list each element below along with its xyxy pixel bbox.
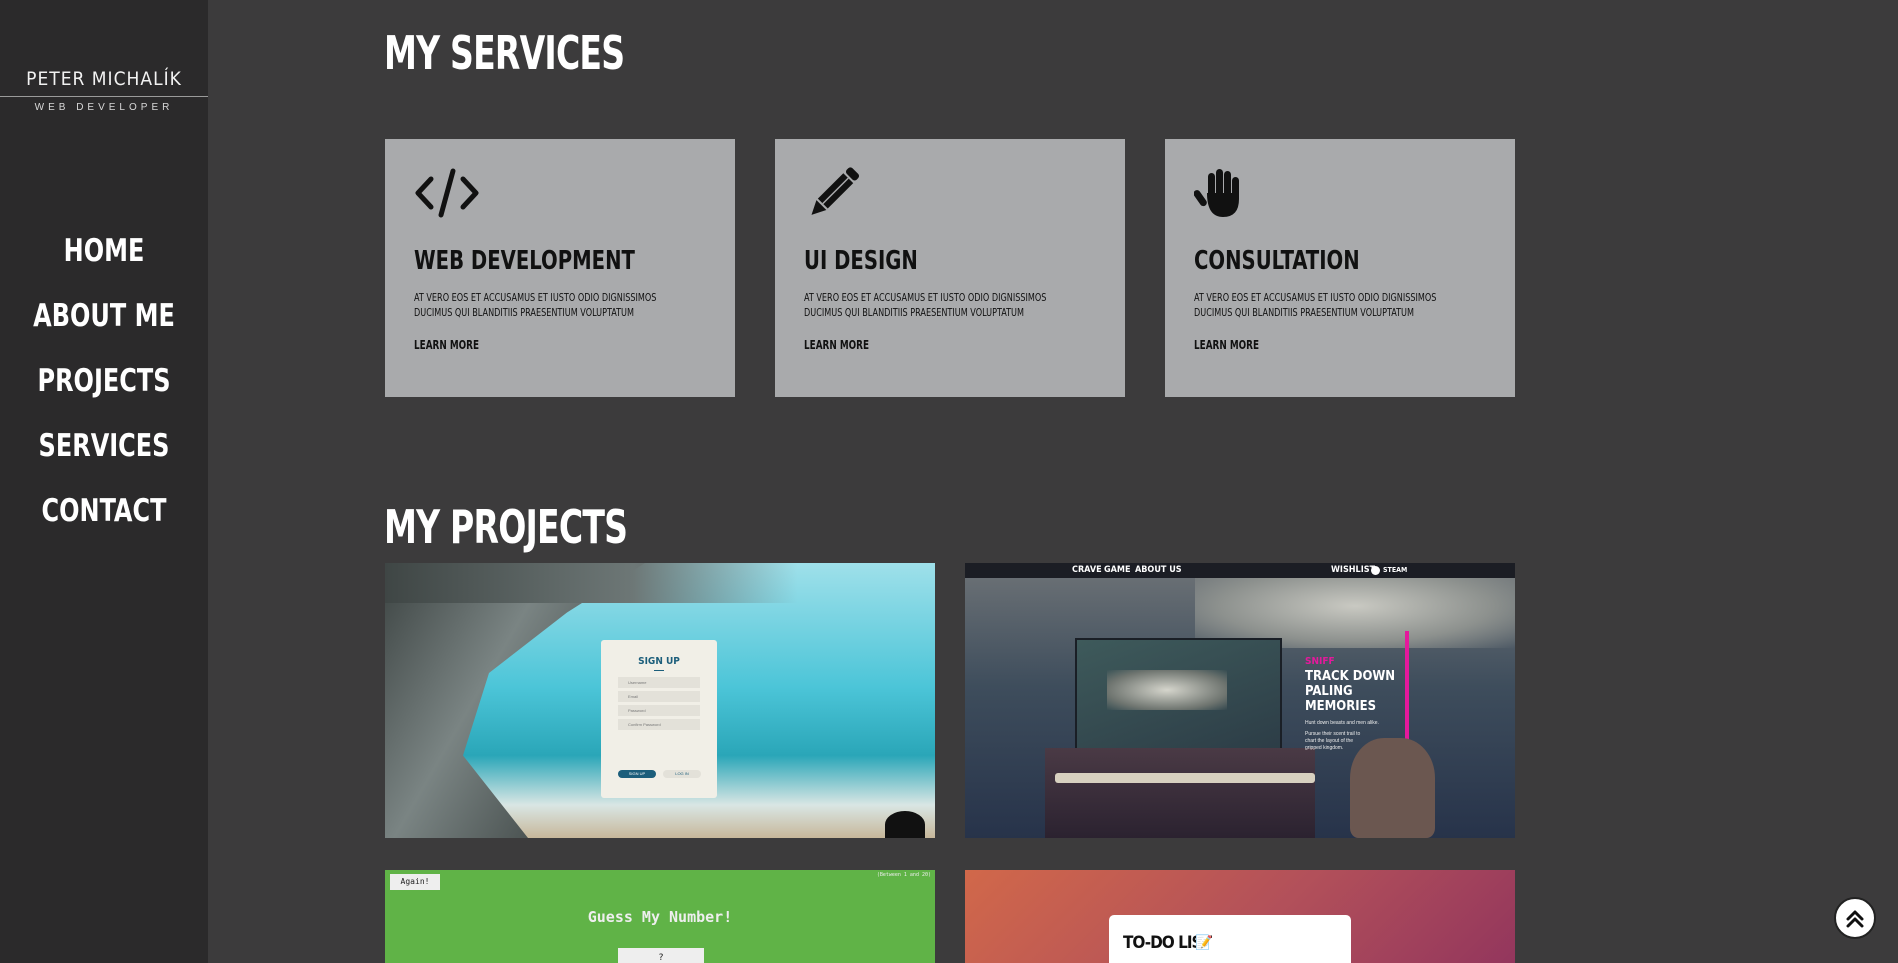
service-title: WEB DEVELOPMENT [414, 246, 635, 276]
sidebar: PETER MICHALÍK WEB DEVELOPER HOME ABOUT … [0, 0, 208, 963]
game-body-1: Hunt down beasts and men alike. [1305, 720, 1379, 726]
service-card-ui-design: UI DESIGN AT VERO EOS ET ACCUSAMUS ET IU… [775, 139, 1125, 397]
divider [654, 670, 664, 671]
learn-more-link[interactable]: LEARN MORE [414, 338, 653, 352]
brand-name: PETER MICHALÍK [0, 68, 208, 97]
services-title: MY SERVICES [384, 26, 625, 80]
scroll-to-top-button[interactable] [1834, 897, 1876, 939]
game-character [1350, 738, 1435, 838]
service-title: CONSULTATION [1194, 246, 1360, 276]
login-button: LOG IN [663, 770, 701, 778]
username-field: Username [618, 677, 700, 688]
game-headline: TRACK DOWN PALING MEMORIES [1305, 669, 1395, 714]
game-nav-bar [965, 563, 1515, 578]
secret-number-box: ? [618, 948, 704, 963]
confirm-password-field: Confirm Password [618, 719, 700, 730]
learn-more-link[interactable]: LEARN MORE [1194, 338, 1433, 352]
brand-subtitle: WEB DEVELOPER [34, 102, 174, 113]
game-tag: SNIFF [1305, 656, 1335, 667]
steam-label: STEAM [1383, 566, 1408, 574]
service-description: AT VERO EOS ET ACCUSAMUS ET IUSTO ODIO D… [1194, 291, 1437, 319]
signup-form: SIGN UP Username Email Password Confirm … [601, 640, 717, 798]
pink-accent-bar [1405, 631, 1409, 753]
todo-card: TO-DO LIST 📝 [1109, 915, 1351, 963]
cave-ceiling [385, 563, 935, 603]
town-buildings [1045, 748, 1315, 838]
service-card-consultation: CONSULTATION AT VERO EOS ET ACCUSAMUS ET… [1165, 139, 1515, 397]
service-card-web-development: WEB DEVELOPMENT AT VERO EOS ET ACCUSAMUS… [385, 139, 735, 397]
service-description: AT VERO EOS ET ACCUSAMUS ET IUSTO ODIO D… [414, 291, 657, 319]
project-todo-list[interactable]: TO-DO LIST 📝 [965, 870, 1515, 963]
project-guess-my-number[interactable]: Again! (Between 1 and 20) Guess My Numbe… [385, 870, 935, 963]
nav-services[interactable]: SERVICES [15, 414, 194, 479]
game-body-2: Pursue their scent trail to chart the la… [1305, 731, 1361, 751]
rock [885, 811, 925, 838]
memo-icon: 📝 [1195, 934, 1213, 950]
signup-button: SIGN UP [618, 770, 656, 778]
game-nav-about: ABOUT US [1135, 565, 1182, 575]
again-button: Again! [390, 874, 440, 890]
nav-about-me[interactable]: ABOUT ME [15, 284, 194, 349]
table-banquet [1055, 773, 1315, 783]
service-description: AT VERO EOS ET ACCUSAMUS ET IUSTO ODIO D… [804, 291, 1047, 319]
projects-title: MY PROJECTS [384, 500, 628, 554]
pencil-icon [811, 167, 860, 215]
nav-projects[interactable]: PROJECTS [15, 349, 194, 414]
headline-line-2: PALING [1305, 684, 1353, 699]
nav-contact[interactable]: CONTACT [15, 479, 194, 544]
wishlist-label: WISHLIST [1331, 565, 1376, 575]
headline-line-1: TRACK DOWN [1305, 669, 1396, 684]
signup-heading: SIGN UP [638, 656, 680, 667]
cloud-shape [1107, 670, 1227, 710]
nav-home[interactable]: HOME [15, 219, 194, 284]
learn-more-link[interactable]: LEARN MORE [804, 338, 1043, 352]
headline-line-3: MEMORIES [1305, 699, 1376, 714]
steam-icon [1371, 566, 1380, 575]
email-field: Email [618, 691, 700, 702]
service-title: UI DESIGN [804, 246, 918, 276]
code-icon [415, 168, 479, 218]
range-label: (Between 1 and 20) [876, 872, 931, 878]
game-nav-crave: CRAVE [1072, 565, 1102, 575]
main-nav: HOME ABOUT ME PROJECTS SERVICES CONTACT [0, 219, 208, 544]
password-field: Password [618, 705, 700, 716]
project-signup[interactable]: SIGN UP Username Email Password Confirm … [385, 563, 935, 838]
game-nav-game: GAME [1104, 565, 1131, 575]
hand-icon [1194, 169, 1239, 217]
double-chevron-up-icon [1846, 910, 1864, 928]
project-game-landing[interactable]: CRAVE GAME ABOUT US WISHLIST STEAM SNIFF… [965, 563, 1515, 838]
guess-title: Guess My Number! [587, 908, 733, 926]
brand[interactable]: PETER MICHALÍK WEB DEVELOPER [0, 0, 208, 113]
game-trailer-image [1075, 638, 1282, 757]
